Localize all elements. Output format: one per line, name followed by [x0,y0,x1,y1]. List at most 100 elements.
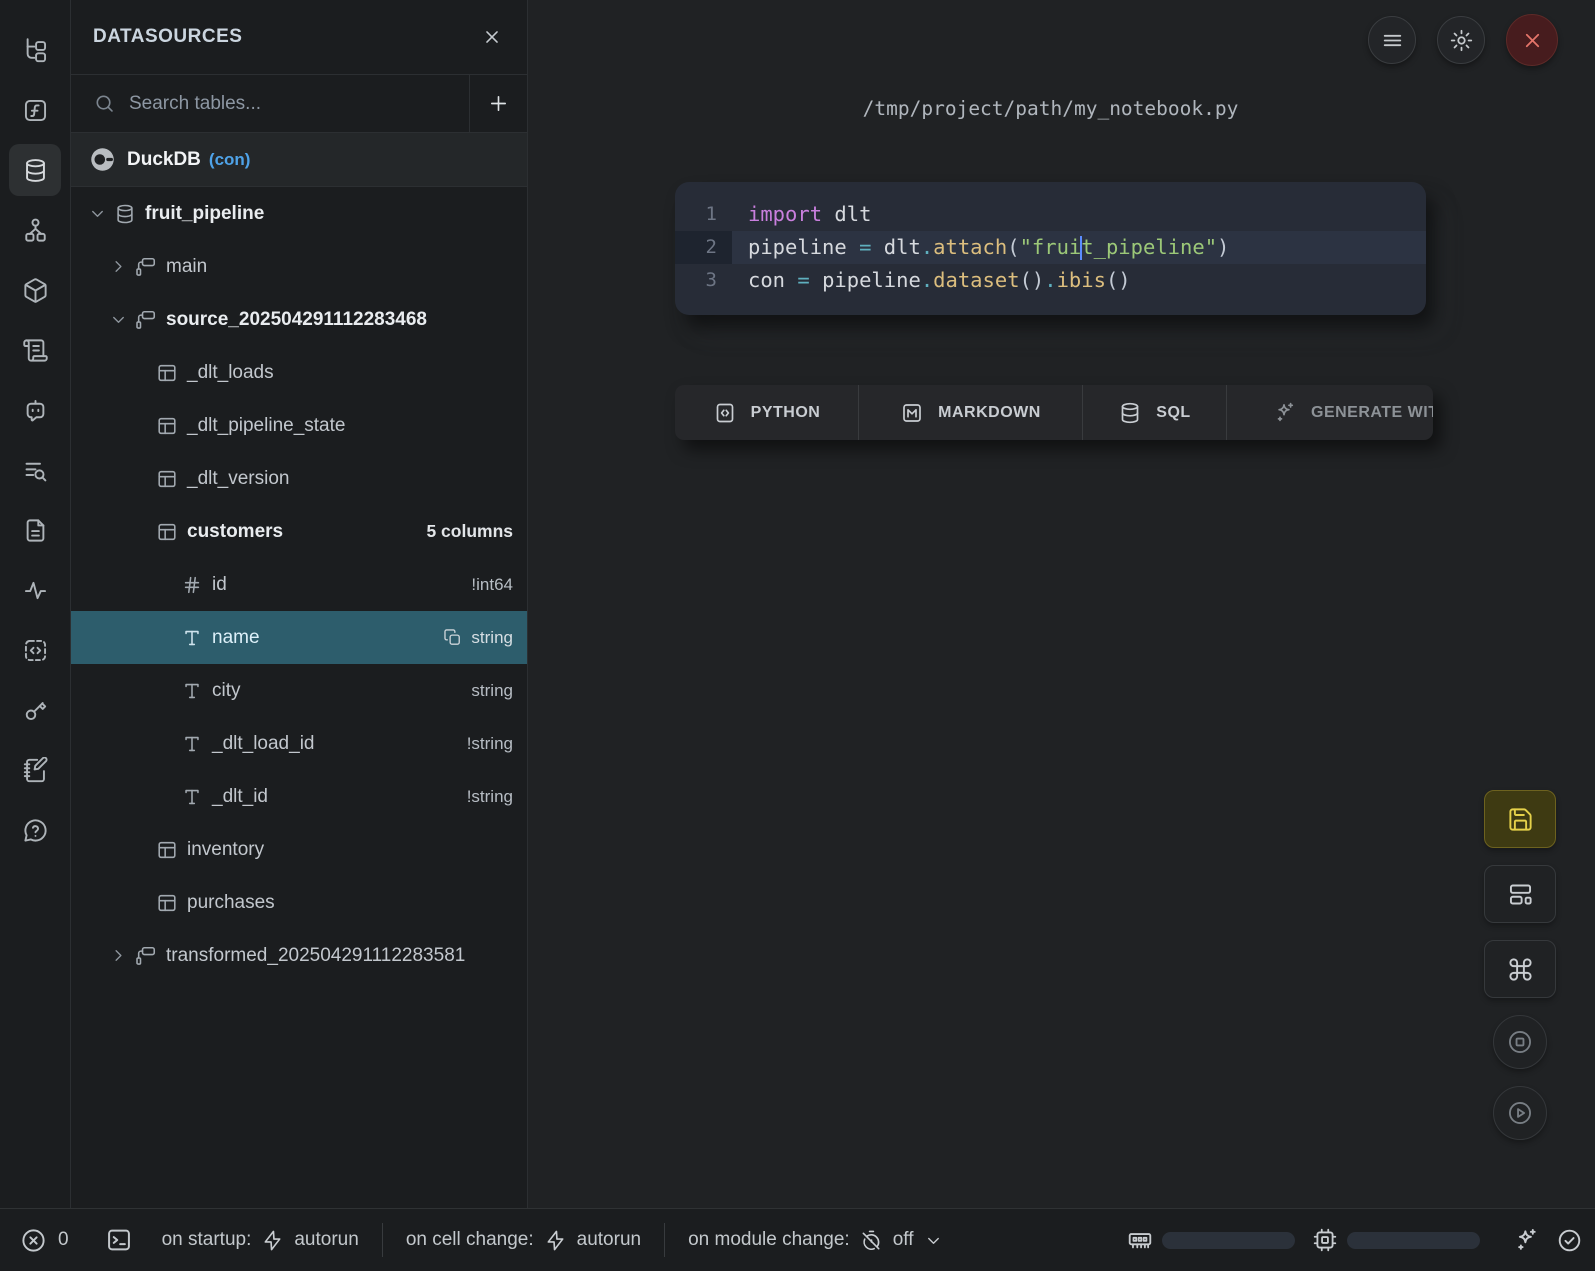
setting-label: on startup: [162,1229,252,1251]
tree-item-label: id [212,574,227,596]
on-cell-change-setting[interactable]: on cell change: autorun [382,1223,664,1257]
sidebar-item-bot[interactable] [9,384,61,436]
code-token: import [748,202,822,226]
close-icon [1520,28,1545,53]
chevron-right-icon [109,946,128,965]
tree-item-label: transformed_202504291112283581 [166,945,465,967]
setting-label: on cell change: [406,1229,534,1251]
key-icon [22,697,49,724]
add-python-cell-button[interactable]: PYTHON [675,385,858,440]
sidebar-item-file-tree[interactable] [9,24,61,76]
table-icon [156,415,178,437]
tree-row[interactable]: purchases [71,876,527,929]
sidebar-item-key[interactable] [9,684,61,736]
column-type: !string [467,734,513,754]
chevron-right-icon [109,257,128,276]
column-type: !string [467,787,513,807]
sidebar-item-file-text[interactable] [9,504,61,556]
save-button[interactable] [1484,790,1556,848]
sidebar-item-log-search[interactable] [9,444,61,496]
tree-row[interactable]: city string [71,664,527,717]
shutdown-button[interactable] [1506,14,1558,66]
schema-icon [135,309,157,331]
keyboard-shortcuts-button[interactable] [1484,940,1556,998]
sidebar-item-square-function[interactable] [9,84,61,136]
column-type: 5 columns [426,521,513,542]
search-row [71,75,527,133]
tree-item-label: city [212,680,241,702]
notebook-filename: /tmp/project/path/my_notebook.py [675,97,1426,120]
stop-button[interactable] [1493,1015,1547,1069]
close-panel-button[interactable] [481,26,503,48]
sidebar-item-notebook-pen[interactable] [9,744,61,796]
button-label: GENERATE WIT [1311,404,1433,422]
schema-icon [135,256,157,278]
tree-item-label: fruit_pipeline [145,203,264,225]
code-token: ( [1007,235,1019,259]
menu-button[interactable] [1368,16,1416,64]
code-line: 3con = pipeline.dataset().ibis() [675,264,1426,297]
terminal-button[interactable] [105,1226,133,1254]
tree-row[interactable]: inventory [71,823,527,876]
add-sql-cell-button[interactable]: SQL [1082,385,1226,440]
sidebar-item-help-circle[interactable] [9,804,61,856]
table-icon [156,839,178,861]
sidebar-item-workflow[interactable] [9,204,61,256]
timer-off-icon [860,1229,883,1252]
column-type: string [471,681,513,701]
code-text: pipeline = dlt.attach("fruit_pipeline") [732,231,1426,264]
tree-row[interactable]: _dlt_id!string [71,770,527,823]
tree-item-label: name [212,627,260,649]
tree-row[interactable]: id!int64 [71,558,527,611]
connection-health-button[interactable] [1556,1227,1583,1254]
tree-row[interactable]: source_202504291112283468 [71,293,527,346]
sidebar-item-activity[interactable] [9,564,61,616]
tree-row[interactable]: customers5 columns [71,505,527,558]
tree-row[interactable]: _dlt_pipeline_state [71,399,527,452]
on-startup-setting[interactable]: on startup:autorun [139,1223,382,1257]
on-module-change-setting[interactable]: on module change:off [664,1223,965,1257]
memory-usage-track [1162,1232,1295,1249]
error-count-button[interactable]: 0 [20,1227,69,1254]
tree-row[interactable]: transformed_202504291112283581 [71,929,527,982]
ai-assistant-button[interactable] [1513,1227,1540,1254]
code-cell[interactable]: 1import dlt2pipeline = dlt.attach("fruit… [675,182,1426,315]
settings-button[interactable] [1437,16,1485,64]
file-text-icon [22,517,49,544]
layout-button[interactable] [1484,865,1556,923]
workflow-icon [22,217,49,244]
activity-icon [22,577,49,604]
connection-row[interactable]: DuckDB (con) [71,133,527,187]
generate-with-ai-button[interactable]: GENERATE WIT [1226,385,1433,440]
add-datasource-button[interactable] [470,75,527,132]
memory-usage-meter [1127,1227,1295,1253]
sidebar-item-code-block[interactable] [9,624,61,676]
setting-value: autorun [577,1229,641,1251]
tree-item-label: source_202504291112283468 [166,309,427,331]
setting-value: off [893,1229,914,1251]
sidebar-item-database[interactable] [9,144,61,196]
bot-icon [22,397,49,424]
run-button[interactable] [1493,1086,1547,1140]
tree-item-label: inventory [187,839,264,861]
table-icon [156,521,178,543]
chevron-down-icon [109,310,128,329]
database-icon [1118,401,1142,425]
button-label: PYTHON [751,404,821,422]
tree-row[interactable]: _dlt_version [71,452,527,505]
search-tables-input[interactable] [129,93,469,115]
code-line: 2pipeline = dlt.attach("fruit_pipeline") [675,231,1426,264]
copy-icon[interactable] [443,628,462,647]
sidebar-item-scroll-text[interactable] [9,324,61,376]
tree-row[interactable]: main [71,240,527,293]
sidebar-item-package[interactable] [9,264,61,316]
tree-row[interactable]: fruit_pipeline [71,187,527,240]
duckdb-logo [89,146,116,173]
tree-row[interactable]: namestring [71,611,527,664]
activity-bar [0,0,71,1208]
tree-row[interactable]: _dlt_load_id!string [71,717,527,770]
add-markdown-cell-button[interactable]: MARKDOWN [858,385,1082,440]
chevron-down-icon [88,204,107,223]
tree-row[interactable]: _dlt_loads [71,346,527,399]
tree-item-meta: !string [467,787,513,807]
